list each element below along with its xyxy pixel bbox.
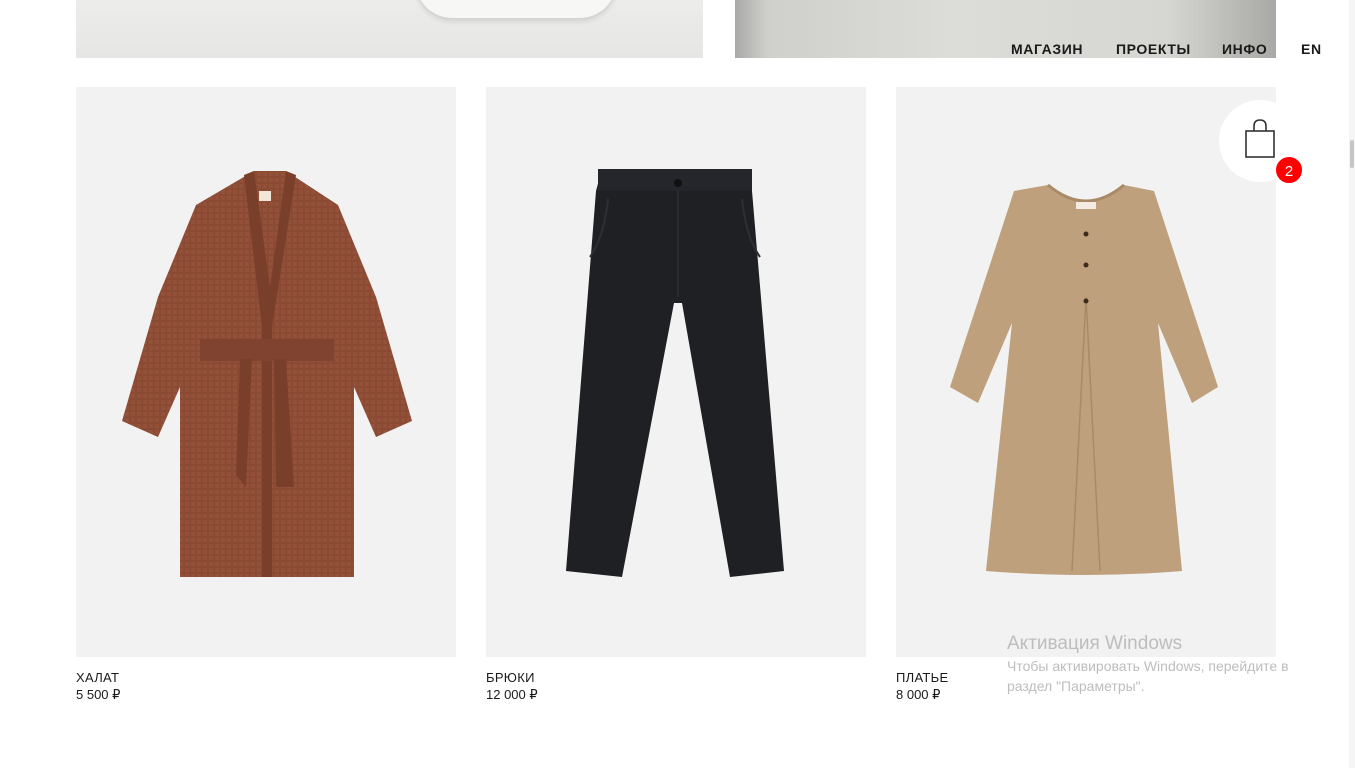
dress-image — [950, 183, 1218, 575]
product-name[interactable]: ХАЛАТ — [76, 669, 456, 686]
product-image-top-right[interactable] — [735, 0, 1276, 58]
nav-language[interactable]: EN — [1301, 41, 1322, 57]
product-photo[interactable] — [76, 87, 456, 657]
scrollbar[interactable] — [1349, 0, 1355, 768]
product-price: 12 000 ₽ — [486, 687, 538, 702]
shoe-image — [416, 0, 616, 18]
product-photo[interactable] — [486, 87, 866, 657]
product-card-robe[interactable]: ХАЛАТ 5 500 ₽ — [76, 87, 456, 703]
product-card-trousers[interactable]: БРЮКИ 12 000 ₽ — [486, 87, 866, 703]
product-photo[interactable] — [896, 87, 1276, 657]
robe-image — [122, 171, 412, 577]
product-price: 5 500 ₽ — [76, 687, 121, 702]
product-card-dress[interactable]: ПЛАТЬЕ 8 000 ₽ — [896, 87, 1276, 703]
shopping-bag-icon — [1245, 119, 1275, 158]
windows-activation-watermark: Активация Windows Чтобы активировать Win… — [1007, 633, 1327, 696]
scrollbar-thumb[interactable] — [1350, 140, 1354, 168]
cart-count-badge: 2 — [1274, 155, 1304, 185]
trousers-image — [566, 169, 784, 577]
nav-projects[interactable]: ПРОЕКТЫ — [1116, 41, 1191, 57]
nav-info[interactable]: ИНФО — [1222, 41, 1267, 57]
watermark-text: Чтобы активировать Windows, перейдите в … — [1007, 658, 1289, 694]
product-image-top-left[interactable] — [76, 0, 703, 58]
watermark-title: Активация Windows — [1007, 633, 1183, 654]
product-name[interactable]: БРЮКИ — [486, 669, 866, 686]
nav-shop[interactable]: МАГАЗИН — [1011, 41, 1083, 57]
